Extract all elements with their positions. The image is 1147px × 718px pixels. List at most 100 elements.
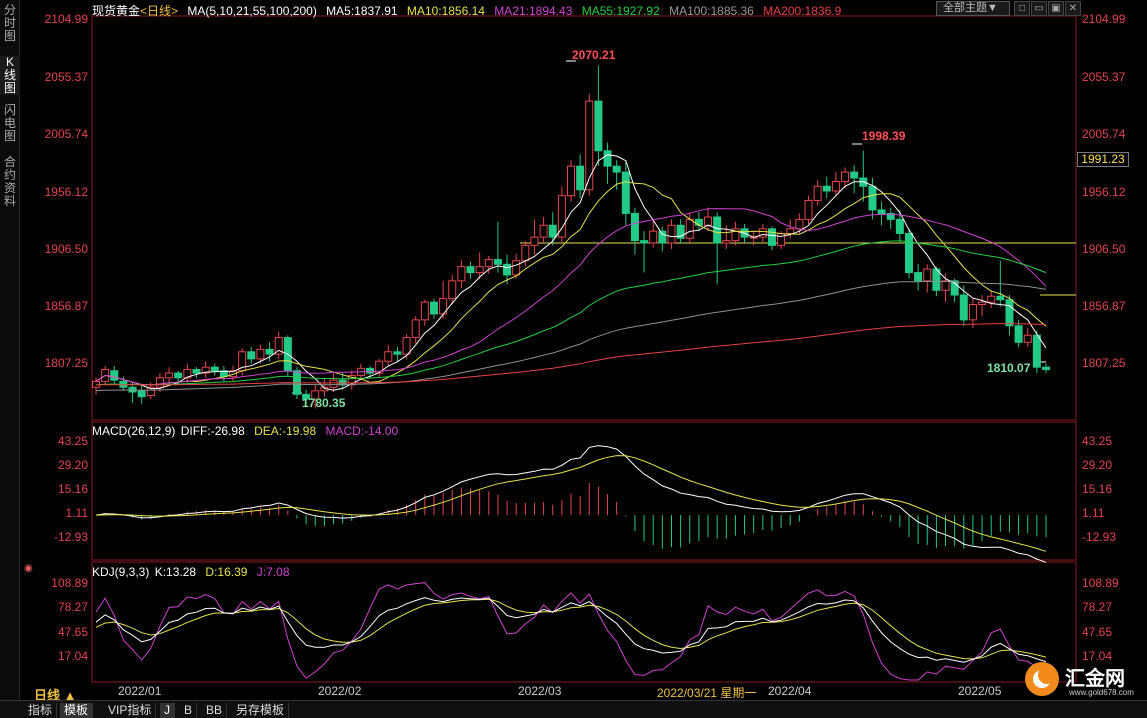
candle-body bbox=[1014, 325, 1023, 343]
candle-body bbox=[429, 301, 438, 315]
minimize-icon[interactable]: ▭ bbox=[1031, 1, 1047, 16]
price-tick-left: 1906.50 bbox=[44, 242, 88, 256]
kdj-settings-icon[interactable]: ◉ bbox=[24, 563, 33, 574]
layout-icon[interactable]: □ bbox=[1014, 1, 1030, 16]
candle-body bbox=[713, 216, 722, 244]
kdj-j-line bbox=[95, 582, 1047, 681]
candle-body bbox=[640, 240, 649, 244]
restore-icon[interactable]: ▣ bbox=[1048, 1, 1064, 16]
kdj-tick-left: 17.04 bbox=[57, 649, 88, 663]
candle-body bbox=[630, 212, 639, 242]
tab-b[interactable]: B bbox=[180, 703, 198, 718]
tab-vip-indicators[interactable]: VIP指标 bbox=[104, 703, 157, 718]
candle-body bbox=[493, 259, 502, 265]
candle-body bbox=[987, 295, 996, 303]
price-tick-right: 2055.37 bbox=[1082, 70, 1126, 84]
crosshair-date: 2022/03/21 星期一 bbox=[657, 686, 757, 700]
ma21-value: MA21:1894.43 bbox=[494, 4, 573, 18]
candle-body bbox=[804, 199, 813, 220]
candle-body bbox=[831, 181, 840, 192]
kdj-d: D:16.39 bbox=[205, 565, 248, 579]
tab-indicators[interactable]: 指标 bbox=[24, 703, 58, 718]
candle-body bbox=[1042, 366, 1050, 371]
candle-body bbox=[475, 266, 484, 274]
candle-body bbox=[457, 266, 466, 282]
macd-tick-left: 15.16 bbox=[57, 482, 88, 496]
bottom-toolbar: 指标 模板 VIP指标 J B BB 另存模板 bbox=[0, 700, 1147, 718]
tab-templates[interactable]: 模板 bbox=[60, 703, 94, 718]
candle-body bbox=[758, 228, 767, 238]
x-date: 2022/05 bbox=[958, 684, 1002, 698]
logo-url: www.gold678.com bbox=[1069, 688, 1134, 697]
candle-body bbox=[877, 209, 886, 214]
ma100-value: MA100:1885.36 bbox=[669, 4, 754, 18]
low-annotation: 1780.35 bbox=[302, 396, 346, 410]
candle-body bbox=[366, 367, 375, 374]
candle-body bbox=[996, 295, 1005, 301]
kdj-k: K:13.28 bbox=[154, 565, 197, 579]
candle-body bbox=[777, 233, 786, 246]
candle-body bbox=[649, 230, 658, 244]
candle-body bbox=[1023, 334, 1032, 343]
candle-body bbox=[402, 337, 411, 355]
candle-body bbox=[594, 100, 603, 152]
macd-panel-frame bbox=[91, 421, 1077, 561]
kdj-tick-right: 108.89 bbox=[1082, 576, 1119, 590]
price-tick-right: 1856.87 bbox=[1082, 299, 1126, 313]
candle-body bbox=[704, 216, 713, 226]
candle-body bbox=[521, 244, 530, 262]
candle-body bbox=[612, 165, 621, 173]
ma100-line bbox=[95, 280, 1047, 392]
price-tick-right: 2005.74 bbox=[1082, 127, 1126, 141]
kdj-header: KDJ(9,3,3) K:13.28 D:16.39 J:7.08 bbox=[92, 565, 296, 579]
macd-title: MACD(26,12,9) bbox=[92, 424, 176, 438]
macd-tick-left: -12.93 bbox=[53, 530, 88, 544]
candle-body bbox=[539, 224, 548, 238]
ma55-value: MA55:1927.92 bbox=[581, 4, 660, 18]
kdj-d-line bbox=[95, 598, 1047, 660]
price-tick-left: 1856.87 bbox=[44, 299, 88, 313]
candle-body bbox=[923, 268, 932, 282]
theme-dropdown[interactable]: 全部主题▼ bbox=[936, 1, 1010, 16]
price-tick-left: 2104.99 bbox=[44, 12, 88, 26]
macd-value: MACD:-14.00 bbox=[325, 424, 399, 438]
tab-j[interactable]: J bbox=[160, 703, 175, 718]
chart-grid bbox=[91, 15, 1077, 683]
x-date: 2022/04 bbox=[768, 684, 812, 698]
macd-tick-left: 1.11 bbox=[65, 506, 88, 520]
tab-save-template[interactable]: 另存模板 bbox=[232, 703, 290, 718]
high2-annotation: 1998.39 bbox=[862, 129, 906, 143]
price-tick-right: 1807.25 bbox=[1082, 356, 1126, 370]
kline-chart[interactable] bbox=[0, 0, 1147, 700]
candle-body bbox=[393, 351, 402, 355]
candle-body bbox=[548, 224, 557, 238]
candle-body bbox=[448, 280, 457, 300]
kdj-tick-right: 78.27 bbox=[1082, 600, 1113, 614]
candle-body bbox=[384, 351, 393, 362]
macd-tick-right: 15.16 bbox=[1082, 482, 1113, 496]
kdj-tick-left: 47.65 bbox=[57, 625, 88, 639]
candle-body bbox=[137, 390, 146, 398]
candle-body bbox=[895, 218, 904, 235]
candle-body bbox=[165, 372, 174, 379]
macd-tick-right: 43.25 bbox=[1082, 434, 1113, 448]
kdj-panel-frame bbox=[91, 561, 1077, 683]
candle-body bbox=[174, 372, 183, 379]
kdj-j: J:7.08 bbox=[256, 565, 290, 579]
price-tick-left: 1807.25 bbox=[44, 356, 88, 370]
candle-body bbox=[329, 379, 338, 388]
candle-body bbox=[658, 230, 667, 244]
close-icon[interactable]: ✕ bbox=[1065, 1, 1081, 16]
tab-bb[interactable]: BB bbox=[202, 703, 228, 718]
candle-body bbox=[914, 272, 923, 282]
candle-body bbox=[786, 228, 795, 235]
price-tick-right: 2104.99 bbox=[1082, 12, 1126, 26]
candle-body bbox=[685, 218, 694, 239]
candle-body bbox=[484, 259, 493, 268]
candle-body bbox=[904, 233, 913, 274]
kdj-title: KDJ(9,3,3) bbox=[92, 565, 150, 579]
candle-body bbox=[767, 228, 776, 246]
candle-body bbox=[247, 351, 256, 360]
price-tick-left: 2005.74 bbox=[44, 127, 88, 141]
candle-body bbox=[941, 280, 950, 291]
